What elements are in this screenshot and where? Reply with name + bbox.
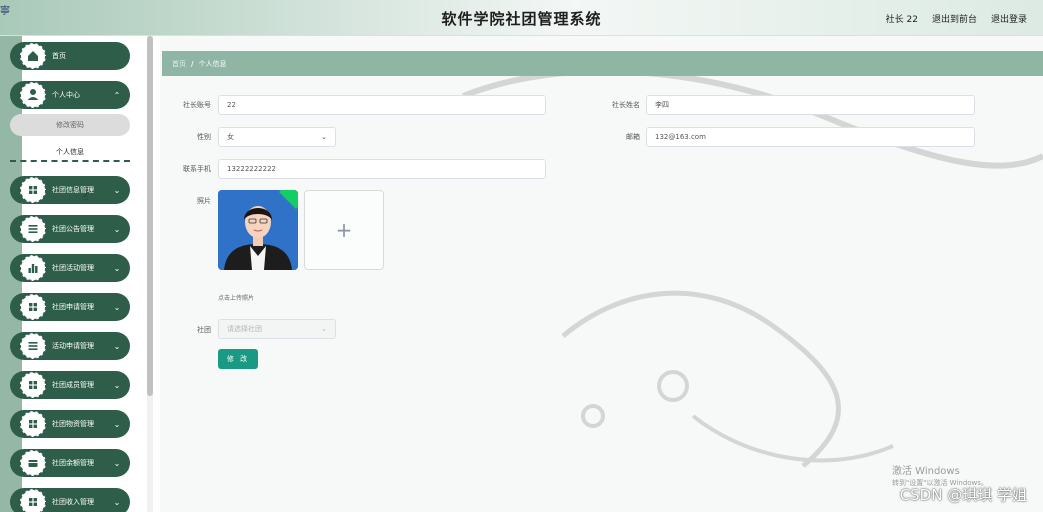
- grid-icon: [18, 292, 48, 322]
- list-icon: [18, 331, 48, 361]
- header-actions: 社长 22 退出到前台 退出登录: [886, 12, 1027, 25]
- club-placeholder: 请选择社团: [227, 325, 262, 333]
- submenu-divider: [10, 160, 130, 162]
- gender-label: 性别: [197, 133, 211, 141]
- wallet-icon: [18, 448, 48, 478]
- grid-icon: [18, 487, 48, 512]
- chevron-down-icon: ⌄: [113, 302, 121, 312]
- sidebar-item-label: 首页: [52, 52, 66, 60]
- sidebar-item-label: 个人中心: [52, 91, 80, 99]
- grid-icon: [18, 370, 48, 400]
- gender-select[interactable]: 女 ⌄: [218, 127, 336, 147]
- grid-icon: [18, 175, 48, 205]
- sidebar-item-label: 社团活动管理: [52, 264, 94, 272]
- name-field[interactable]: 李四: [646, 95, 975, 115]
- bar-chart-icon: [18, 253, 48, 283]
- sidebar-item-label: 社团申请管理: [52, 303, 94, 311]
- profile-photo[interactable]: [218, 190, 298, 270]
- sidebar-item-label: 社团物资管理: [52, 420, 94, 428]
- mouse-pointer-icon: ☝: [82, 192, 89, 203]
- chevron-down-icon: ⌄: [321, 133, 327, 141]
- sidebar: 首页 个人中心 ⌃ 修改密码 个人信息 社团信息管理 ⌄ 社团公告管理 ⌄ 社团…: [0, 36, 152, 512]
- phone-field[interactable]: 13222222222: [218, 159, 546, 179]
- email-field[interactable]: 132@163.com: [646, 127, 975, 147]
- sidebar-item-label: 活动申请管理: [52, 342, 94, 350]
- scrollbar-thumb[interactable]: [147, 36, 153, 396]
- sidebar-item-label: 社团信息管理: [52, 186, 94, 194]
- chevron-down-icon: ⌄: [113, 185, 121, 195]
- chevron-down-icon: ⌄: [113, 224, 121, 234]
- name-label: 社长姓名: [612, 101, 640, 109]
- sidebar-item-label: 社团成员管理: [52, 381, 94, 389]
- chevron-down-icon: ⌄: [113, 458, 121, 468]
- upload-hint: 点击上传照片: [218, 295, 255, 302]
- upload-photo-button[interactable]: +: [304, 190, 384, 270]
- back-to-front-link[interactable]: 退出到前台: [932, 12, 977, 25]
- chevron-down-icon: ⌄: [113, 380, 121, 390]
- sidebar-item-club-info[interactable]: 社团信息管理 ⌄: [10, 176, 130, 204]
- gender-value: 女: [227, 133, 234, 141]
- sidebar-item-club-balance[interactable]: 社团余额管理 ⌄: [10, 449, 130, 477]
- chevron-down-icon: ⌄: [113, 263, 121, 273]
- main-content: 首页 / 个人信息 社长账号 22 社长姓名 李四 性别 女 ⌄ 邮箱 132@…: [160, 36, 1043, 512]
- watermark-line1: 激活 Windows: [892, 466, 960, 477]
- email-label: 邮箱: [626, 133, 640, 141]
- chevron-up-icon: ⌃: [113, 90, 121, 100]
- sidebar-item-label: 社团余额管理: [52, 459, 94, 467]
- sidebar-item-home[interactable]: 首页: [10, 42, 130, 70]
- sidebar-item-label: 社团公告管理: [52, 225, 94, 233]
- current-user-label: 社长 22: [885, 15, 918, 25]
- sidebar-item-club-income[interactable]: 社团收入管理 ⌄: [10, 488, 130, 512]
- account-field[interactable]: 22: [218, 95, 546, 115]
- person-portrait-icon: [218, 190, 298, 270]
- sidebar-item-club-application[interactable]: 社团申请管理 ⌄: [10, 293, 130, 321]
- logout-link[interactable]: 退出登录: [991, 12, 1027, 25]
- grid-icon: [18, 409, 48, 439]
- top-header: 寧 软件学院社团管理系统 社长 22 退出到前台 退出登录: [0, 0, 1043, 36]
- chevron-down-icon: ⌄: [113, 419, 121, 429]
- sidebar-item-club-notice[interactable]: 社团公告管理 ⌄: [10, 215, 130, 243]
- submenu-change-password[interactable]: 修改密码: [10, 114, 130, 136]
- club-select[interactable]: 请选择社团 ⌄: [218, 319, 336, 339]
- club-label: 社团: [197, 326, 211, 334]
- sidebar-item-club-activity[interactable]: 社团活动管理 ⌄: [10, 254, 130, 282]
- profile-form: 社长账号 22 社长姓名 李四 性别 女 ⌄ 邮箱 132@163.com 联系…: [160, 36, 1043, 512]
- photo-label: 照片: [197, 197, 211, 205]
- modify-button[interactable]: 修 改: [218, 349, 258, 369]
- chevron-down-icon: ⌄: [113, 497, 121, 507]
- chevron-down-icon: ⌄: [321, 325, 327, 333]
- sidebar-item-label: 社团收入管理: [52, 498, 94, 506]
- account-label: 社长账号: [183, 101, 211, 109]
- sidebar-scrollbar[interactable]: [147, 36, 153, 512]
- sidebar-item-activity-application[interactable]: 活动申请管理 ⌄: [10, 332, 130, 360]
- chevron-down-icon: ⌄: [113, 341, 121, 351]
- sidebar-item-club-supplies[interactable]: 社团物资管理 ⌄: [10, 410, 130, 438]
- sidebar-item-club-members[interactable]: 社团成员管理 ⌄: [10, 371, 130, 399]
- list-icon: [18, 214, 48, 244]
- csdn-watermark: CSDN @琪琪 学姐: [899, 486, 1027, 504]
- phone-label: 联系手机: [183, 165, 211, 173]
- home-icon: [18, 41, 48, 71]
- user-icon: [18, 80, 48, 110]
- sidebar-item-personal-center[interactable]: 个人中心 ⌃: [10, 81, 130, 109]
